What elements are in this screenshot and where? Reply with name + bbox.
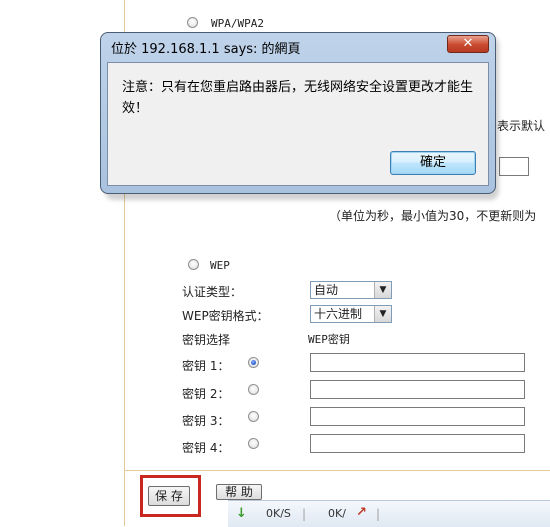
wpa-radio[interactable]: [187, 17, 198, 28]
update-interval-hint: （单位为秒，最小值为30，不更新则为: [329, 209, 537, 223]
dialog-title: 位於 192.168.1.1 says: 的網頁: [111, 42, 301, 57]
auth-type-select[interactable]: 自动 ▼: [310, 281, 392, 299]
key-4-radio[interactable]: [248, 438, 259, 449]
upload-speed: 0K/: [328, 507, 346, 520]
wep-key-header: WEP密钥: [308, 333, 350, 346]
wep-format-label: WEP密钥格式：: [182, 309, 269, 323]
wep-label: WEP: [210, 259, 230, 272]
key-1-input[interactable]: [310, 353, 525, 372]
key-2-label: 密钥 2：: [182, 387, 230, 401]
chevron-down-icon: ▼: [374, 306, 391, 322]
key-1-radio[interactable]: [248, 357, 259, 368]
save-button[interactable]: 保 存: [148, 486, 190, 506]
key-4-label: 密钥 4：: [182, 441, 230, 455]
auth-type-value: 自动: [314, 283, 339, 297]
upload-arrow-icon: ↗: [356, 505, 367, 520]
wpa-label: WPA/WPA2: [211, 17, 264, 30]
wep-format-value: 十六进制: [314, 307, 363, 321]
dialog-message: 注意：只有在您重启路由器后，无线网络安全设置更改才能生效！: [122, 80, 474, 116]
download-arrow-icon: ↓: [236, 506, 247, 521]
key-1-label: 密钥 1：: [182, 359, 230, 373]
key-4-input[interactable]: [310, 434, 525, 453]
status-divider: |: [302, 507, 307, 521]
alert-dialog: 位於 192.168.1.1 says: 的網頁 ✕ 注意：只有在您重启路由器后…: [100, 32, 496, 194]
bottom-divider: [124, 470, 550, 471]
key-2-radio[interactable]: [248, 384, 259, 395]
auth-type-label: 认证类型：: [182, 285, 243, 299]
close-button[interactable]: ✕: [447, 35, 489, 53]
dialog-body: 注意：只有在您重启路由器后，无线网络安全设置更改才能生效！ 確定: [107, 62, 489, 186]
wep-radio[interactable]: [188, 259, 199, 270]
help-button[interactable]: 帮 助: [216, 484, 262, 500]
download-speed: 0K/S: [266, 507, 291, 520]
status-divider: |: [376, 507, 381, 521]
default-hint-text: 表示默认: [497, 119, 546, 133]
key-3-label: 密钥 3：: [182, 414, 230, 428]
key-select-label: 密钥选择: [182, 333, 231, 347]
status-bar: ↓ 0K/S | 0K/ ↗ |: [228, 500, 550, 527]
interval-input-partial[interactable]: [499, 157, 529, 176]
key-3-radio[interactable]: [248, 411, 259, 422]
wep-format-select[interactable]: 十六进制 ▼: [310, 305, 392, 323]
key-3-input[interactable]: [310, 407, 525, 426]
chevron-down-icon: ▼: [374, 282, 391, 298]
ok-button[interactable]: 確定: [390, 151, 476, 175]
key-2-input[interactable]: [310, 380, 525, 399]
close-icon: ✕: [462, 36, 474, 51]
